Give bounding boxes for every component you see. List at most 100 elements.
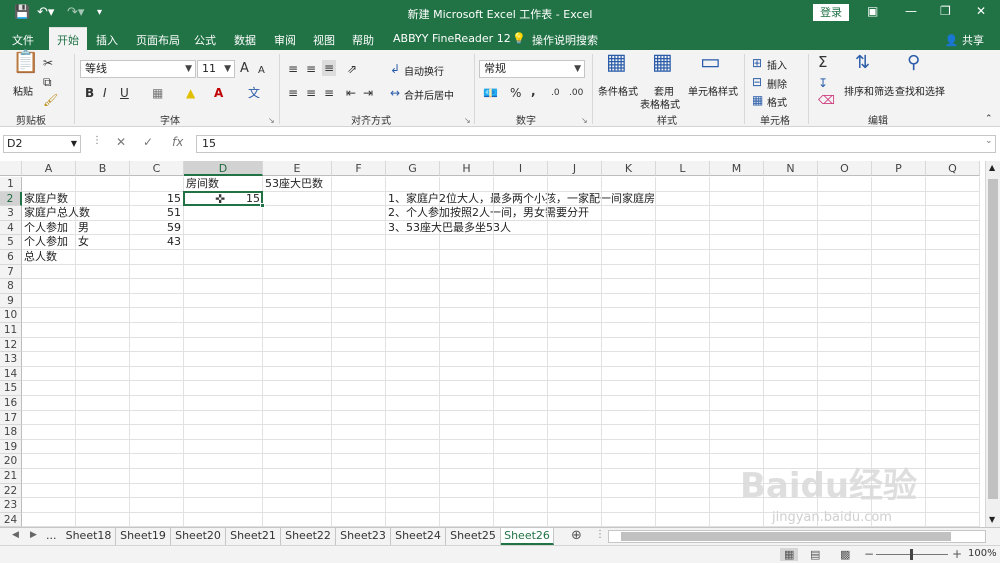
sheet-tab-sheet20[interactable]: Sheet20 [171, 528, 226, 545]
cell-p6[interactable] [872, 250, 926, 265]
cell-j15[interactable] [548, 381, 602, 396]
column-header-d[interactable]: D [184, 161, 263, 176]
vertical-scrollbar[interactable]: ▲ ▼ [985, 161, 1000, 527]
cell-n10[interactable] [764, 308, 818, 323]
cell-o19[interactable] [818, 439, 872, 455]
cell-b11[interactable] [76, 323, 130, 338]
cell-l1[interactable] [656, 177, 710, 192]
cell-g1[interactable] [386, 177, 440, 192]
cell-f15[interactable] [332, 381, 386, 396]
scroll-down-icon[interactable]: ▼ [989, 515, 995, 524]
cell-d18[interactable] [184, 425, 263, 440]
cell-b5[interactable]: 女 [76, 235, 130, 250]
cell-h14[interactable] [440, 366, 494, 382]
cell-c18[interactable] [130, 425, 184, 440]
cell-g18[interactable] [386, 425, 440, 440]
cell-i2[interactable] [494, 191, 548, 207]
cell-k8[interactable] [602, 279, 656, 294]
cell-c19[interactable] [130, 439, 184, 455]
cell-h11[interactable] [440, 323, 494, 338]
tab-home[interactable]: 开始 [49, 27, 87, 50]
cell-j3[interactable] [548, 206, 602, 221]
cell-b4[interactable]: 男 [76, 220, 130, 236]
cell-i7[interactable] [494, 264, 548, 280]
enter-icon[interactable]: ✓ [143, 135, 153, 149]
copy-icon[interactable]: ⧉ [43, 75, 52, 89]
cell-h16[interactable] [440, 396, 494, 411]
cell-e7[interactable] [263, 264, 332, 280]
cell-a7[interactable] [22, 264, 76, 280]
cell-k23[interactable] [602, 498, 656, 513]
close-icon[interactable]: ✕ [976, 4, 986, 18]
cell-f14[interactable] [332, 366, 386, 382]
cell-c13[interactable] [130, 352, 184, 367]
column-header-i[interactable]: I [494, 161, 548, 176]
cell-h20[interactable] [440, 454, 494, 469]
format-as-table-label-2[interactable]: 表格格式 [640, 96, 680, 111]
cell-h1[interactable] [440, 177, 494, 192]
cell-c4[interactable]: 59 [130, 220, 184, 236]
cell-e17[interactable] [263, 410, 332, 426]
cut-icon[interactable]: ✂ [43, 56, 53, 70]
cell-d17[interactable] [184, 410, 263, 426]
autosum-icon[interactable]: Σ [818, 55, 827, 70]
cell-o13[interactable] [818, 352, 872, 367]
cell-j16[interactable] [548, 396, 602, 411]
cell-c23[interactable] [130, 498, 184, 513]
cell-c3[interactable]: 51 [130, 206, 184, 221]
cell-f20[interactable] [332, 454, 386, 469]
scroll-thumb[interactable] [621, 532, 951, 541]
cell-a14[interactable] [22, 366, 76, 382]
cell-q15[interactable] [926, 381, 980, 396]
page-break-view-icon[interactable]: ▩ [840, 548, 850, 561]
cell-i1[interactable] [494, 177, 548, 192]
cell-i23[interactable] [494, 498, 548, 513]
cell-b22[interactable] [76, 483, 130, 499]
cell-n13[interactable] [764, 352, 818, 367]
cell-i16[interactable] [494, 396, 548, 411]
cell-k1[interactable] [602, 177, 656, 192]
cell-i4[interactable] [494, 220, 548, 236]
cell-k6[interactable] [602, 250, 656, 265]
cell-k20[interactable] [602, 454, 656, 469]
cell-j20[interactable] [548, 454, 602, 469]
align-top-icon[interactable]: ≡ [288, 62, 298, 76]
cell-styles-icon[interactable]: ▭ [700, 52, 721, 74]
cell-d9[interactable] [184, 293, 263, 309]
tab-abbyy[interactable]: ABBYY FineReader 12 [393, 32, 511, 45]
cell-c20[interactable] [130, 454, 184, 469]
cell-g8[interactable] [386, 279, 440, 294]
cell-j1[interactable] [548, 177, 602, 192]
name-box[interactable]: D2 ▼ [3, 135, 81, 153]
cell-q16[interactable] [926, 396, 980, 411]
cell-n9[interactable] [764, 293, 818, 309]
cell-j12[interactable] [548, 337, 602, 353]
dialog-launcher-icon[interactable]: ↘ [464, 114, 471, 128]
sheet-tab-sheet18[interactable]: Sheet18 [62, 528, 116, 545]
cell-q7[interactable] [926, 264, 980, 280]
font-name-select[interactable]: 等线 ▼ [80, 60, 196, 78]
cell-o10[interactable] [818, 308, 872, 323]
cell-d11[interactable] [184, 323, 263, 338]
cell-a19[interactable] [22, 439, 76, 455]
increase-decimal-icon[interactable]: .0 [551, 86, 560, 100]
dialog-launcher-icon[interactable]: ↘ [268, 114, 275, 128]
cell-p10[interactable] [872, 308, 926, 323]
cell-e21[interactable] [263, 469, 332, 484]
column-header-e[interactable]: E [263, 161, 332, 176]
cell-d6[interactable] [184, 250, 263, 265]
cell-l22[interactable] [656, 483, 710, 499]
cell-h13[interactable] [440, 352, 494, 367]
sheet-tab-sheet23[interactable]: Sheet23 [336, 528, 391, 545]
cell-q9[interactable] [926, 293, 980, 309]
cell-b24[interactable] [76, 512, 130, 527]
cell-m6[interactable] [710, 250, 764, 265]
cell-p5[interactable] [872, 235, 926, 250]
cell-k15[interactable] [602, 381, 656, 396]
normal-view-icon[interactable]: ▦ [780, 548, 799, 561]
align-bottom-icon[interactable]: ≡ [322, 60, 337, 76]
tab-formulas[interactable]: 公式 [194, 32, 216, 48]
cell-a8[interactable] [22, 279, 76, 294]
cell-k2[interactable] [602, 191, 656, 207]
cell-j7[interactable] [548, 264, 602, 280]
